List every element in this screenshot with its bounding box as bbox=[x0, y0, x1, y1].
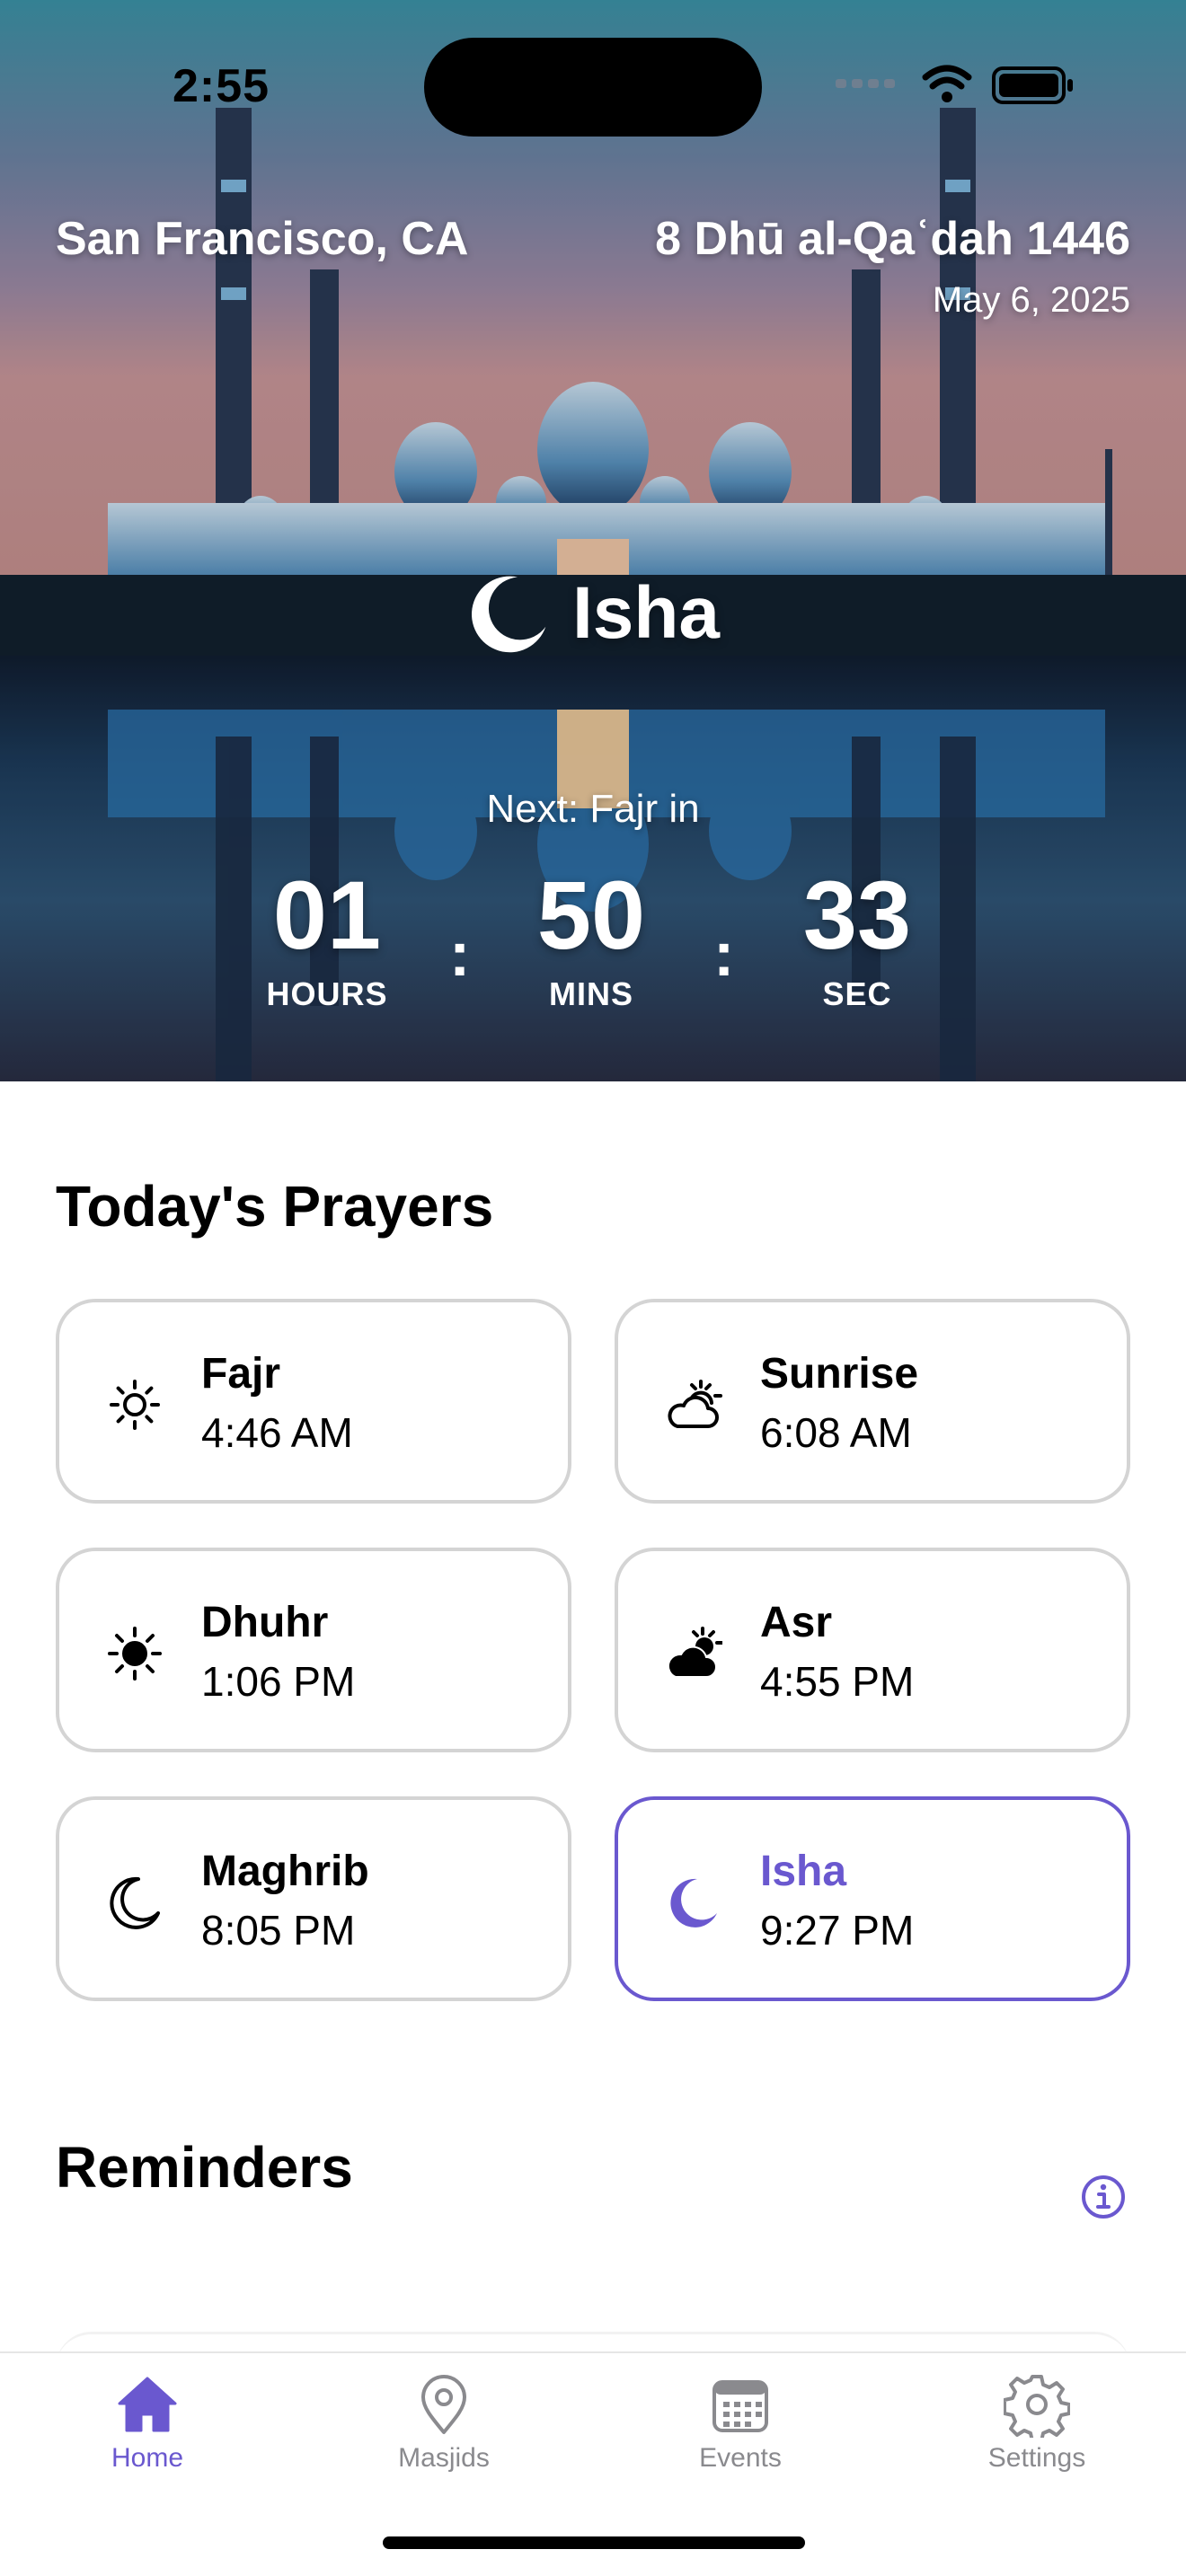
tab-home[interactable]: Home bbox=[49, 2371, 246, 2497]
tab-events-label: Events bbox=[699, 2443, 782, 2473]
tab-masjids[interactable]: Masjids bbox=[345, 2371, 543, 2497]
countdown-mins-label: MINS bbox=[549, 975, 633, 1012]
countdown-secs: 33 SEC bbox=[758, 862, 956, 1013]
prayer-name: Sunrise bbox=[760, 1350, 919, 1398]
prayer-name: Asr bbox=[760, 1599, 833, 1646]
moon-filled-icon bbox=[670, 1878, 717, 1928]
hijri-date: 8 Dhū al-Qaʿdah 1446 bbox=[655, 213, 1130, 265]
prayer-time: 4:55 PM bbox=[760, 1658, 915, 1705]
reminders-section-title: Reminders bbox=[56, 2135, 353, 2200]
sun-cloud-filled-icon bbox=[667, 1627, 722, 1678]
gregorian-date: May 6, 2025 bbox=[932, 280, 1130, 320]
countdown-hours: 01 HOURS bbox=[228, 862, 426, 1013]
countdown-separator: : bbox=[449, 919, 471, 989]
tab-events[interactable]: Events bbox=[642, 2371, 839, 2497]
countdown-mins-value: 50 bbox=[536, 860, 646, 969]
sun-filled-icon bbox=[108, 1627, 162, 1681]
current-prayer-name: Isha bbox=[571, 572, 721, 654]
signal-icon bbox=[836, 79, 895, 88]
location-label[interactable]: San Francisco, CA bbox=[56, 212, 468, 266]
countdown-secs-label: SEC bbox=[822, 975, 892, 1012]
prayer-card-maghrib[interactable]: Maghrib 8:05 PM bbox=[56, 1796, 571, 2001]
prayer-card-sunrise[interactable]: Sunrise 6:08 AM bbox=[615, 1299, 1130, 1504]
sun-cloud-outline-icon bbox=[668, 1380, 722, 1428]
prayer-time: 8:05 PM bbox=[201, 1907, 356, 1954]
prayer-card-asr[interactable]: Asr 4:55 PM bbox=[615, 1548, 1130, 1752]
countdown-hours-value: 01 bbox=[272, 860, 382, 969]
home-icon bbox=[118, 2377, 177, 2432]
prayer-card-fajr[interactable]: Fajr 4:46 AM bbox=[56, 1299, 571, 1504]
gear-icon bbox=[1004, 2375, 1070, 2438]
status-bar-time: 2:55 bbox=[173, 60, 270, 112]
prayer-time: 6:08 AM bbox=[760, 1409, 912, 1456]
tab-masjids-label: Masjids bbox=[398, 2443, 490, 2473]
next-prayer-label: Next: Fajr in bbox=[486, 787, 700, 831]
prayer-name: Maghrib bbox=[201, 1848, 369, 1895]
home-indicator bbox=[383, 2536, 805, 2549]
moon-icon bbox=[471, 576, 546, 653]
countdown-mins: 50 MINS bbox=[492, 862, 690, 1013]
status-icons bbox=[836, 65, 1073, 104]
countdown-timer: 01 HOURS : 50 MINS : 33 SEC bbox=[0, 862, 1186, 1042]
prayers-section-title: Today's Prayers bbox=[56, 1174, 494, 1239]
tab-settings[interactable]: Settings bbox=[938, 2371, 1136, 2497]
calendar-icon bbox=[712, 2380, 768, 2432]
prayer-time: 1:06 PM bbox=[201, 1658, 356, 1705]
prayer-card-dhuhr[interactable]: Dhuhr 1:06 PM bbox=[56, 1548, 571, 1752]
prayer-name: Isha bbox=[760, 1848, 847, 1895]
prayer-name: Fajr bbox=[201, 1350, 281, 1398]
prayer-card-isha[interactable]: Isha 9:27 PM bbox=[615, 1796, 1130, 2001]
dynamic-island bbox=[424, 38, 762, 137]
sun-outline-icon bbox=[110, 1380, 160, 1430]
countdown-hours-label: HOURS bbox=[266, 975, 388, 1012]
prayer-time: 4:46 AM bbox=[201, 1409, 353, 1456]
map-pin-icon bbox=[421, 2375, 466, 2434]
moon-outline-icon bbox=[110, 1876, 160, 1929]
current-prayer: Isha bbox=[0, 571, 1186, 656]
countdown-secs-value: 33 bbox=[802, 860, 912, 969]
tab-home-label: Home bbox=[111, 2443, 184, 2473]
info-icon[interactable] bbox=[1080, 2174, 1127, 2220]
prayer-time: 9:27 PM bbox=[760, 1907, 915, 1954]
wifi-icon bbox=[922, 65, 972, 90]
hero-banner: 2:55 San Francisco, CA 8 Dhū al-Qaʿdah 1… bbox=[0, 0, 1186, 1081]
prayer-name: Dhuhr bbox=[201, 1599, 329, 1646]
tab-settings-label: Settings bbox=[987, 2443, 1086, 2473]
countdown-separator: : bbox=[713, 919, 735, 989]
battery-icon bbox=[992, 66, 1073, 104]
